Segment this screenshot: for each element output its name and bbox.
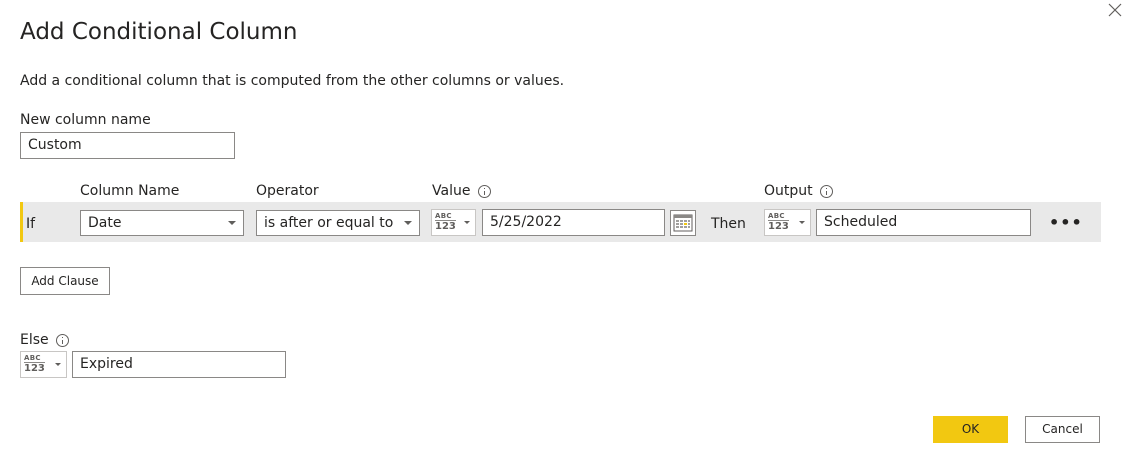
info-icon[interactable] — [56, 333, 70, 347]
else-label-row: Else — [20, 332, 70, 348]
data-type-icon-number: 123 — [768, 220, 789, 232]
more-icon: ••• — [1049, 213, 1083, 232]
new-column-name-label: New column name — [20, 112, 151, 128]
operator-dropdown[interactable]: is after or equal to — [256, 210, 420, 236]
output-header: Output — [764, 183, 834, 199]
else-type-selector[interactable]: ABC 123 — [20, 351, 67, 378]
value-type-selector[interactable]: ABC 123 — [431, 209, 476, 236]
column-name-dropdown[interactable]: Date — [80, 210, 244, 236]
chevron-down-icon — [55, 363, 61, 366]
chevron-down-icon — [404, 221, 412, 225]
data-type-icon: ABC — [768, 212, 785, 220]
value-header-label: Value — [432, 183, 471, 199]
data-type-icon-number: 123 — [24, 362, 45, 374]
then-label: Then — [711, 216, 746, 232]
column-name-header: Column Name — [80, 183, 180, 199]
chevron-down-icon — [464, 221, 470, 224]
calendar-icon — [673, 214, 693, 232]
close-icon — [1108, 3, 1122, 17]
data-type-icon: ABC — [24, 354, 41, 362]
date-picker-button[interactable] — [670, 210, 696, 236]
column-name-value: Date — [88, 215, 122, 231]
else-value-input[interactable]: Expired — [72, 351, 286, 378]
info-icon[interactable] — [820, 184, 834, 198]
if-label: If — [26, 216, 36, 232]
value-input[interactable]: 5/25/2022 — [482, 209, 665, 236]
data-type-icon: ABC — [435, 212, 452, 220]
close-button[interactable] — [1107, 2, 1125, 22]
new-column-name-input[interactable]: Custom — [20, 132, 235, 159]
ok-button[interactable]: OK — [933, 416, 1008, 443]
dialog-title: Add Conditional Column — [20, 19, 298, 45]
output-input[interactable]: Scheduled — [816, 209, 1031, 236]
output-type-selector[interactable]: ABC 123 — [764, 209, 811, 236]
operator-value: is after or equal to — [264, 215, 394, 231]
data-type-icon-number: 123 — [435, 220, 456, 232]
output-header-label: Output — [764, 183, 813, 199]
chevron-down-icon — [228, 221, 236, 225]
chevron-down-icon — [799, 221, 805, 224]
clause-row-accent — [20, 202, 23, 242]
cancel-button[interactable]: Cancel — [1025, 416, 1100, 443]
operator-header: Operator — [256, 183, 319, 199]
dialog-description: Add a conditional column that is compute… — [20, 73, 565, 89]
add-clause-button[interactable]: Add Clause — [20, 267, 110, 295]
info-icon[interactable] — [477, 184, 491, 198]
else-label: Else — [20, 332, 49, 348]
more-options-button[interactable]: ••• — [1049, 215, 1083, 231]
value-header: Value — [432, 183, 491, 199]
